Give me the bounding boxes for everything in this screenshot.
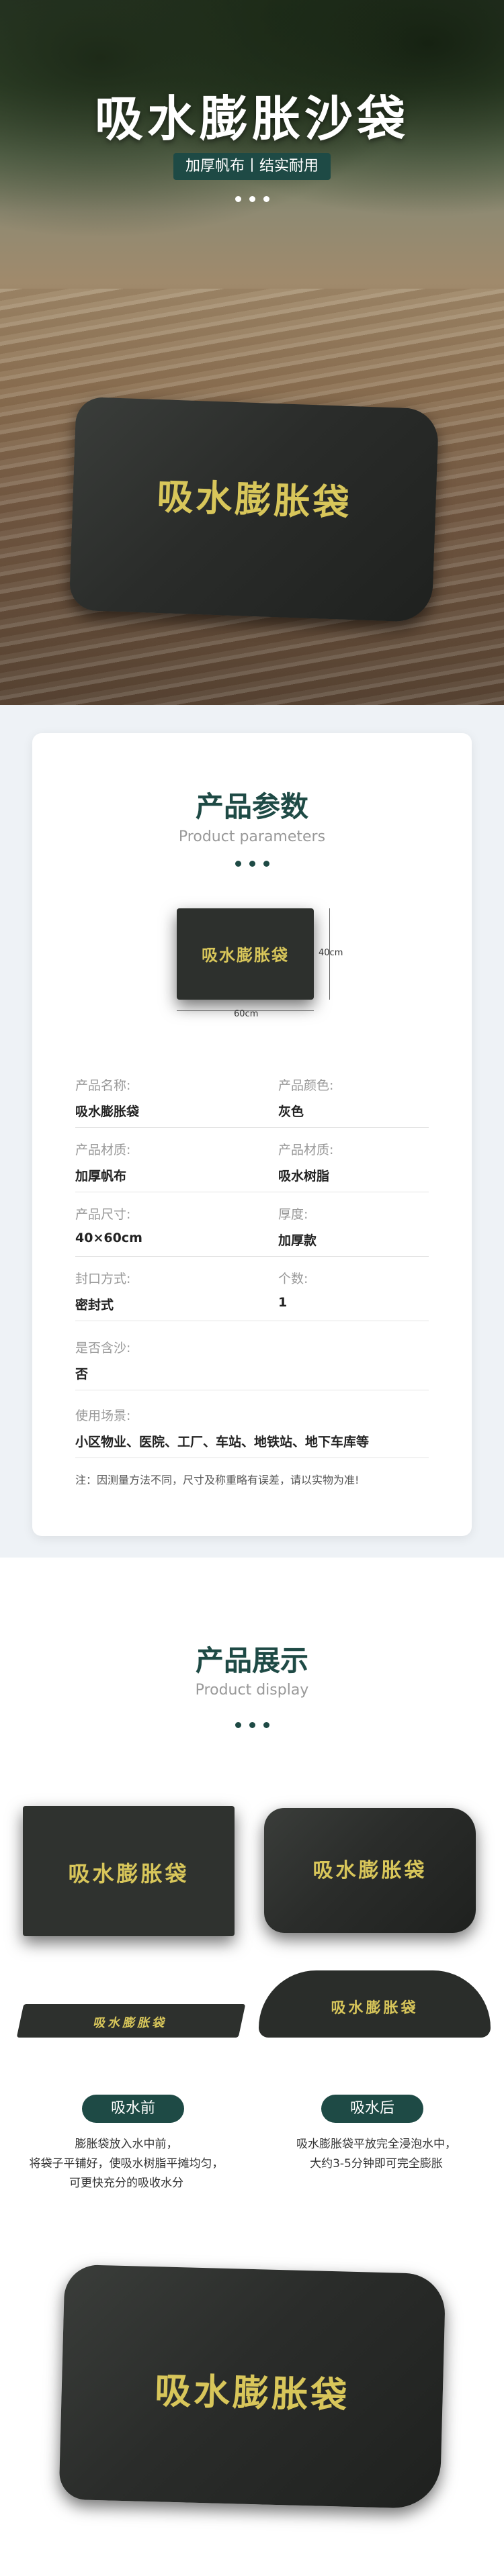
height-label: 40cm xyxy=(319,948,343,958)
parameters-dots xyxy=(0,861,504,867)
param-cell: 产品颜色: 灰色 xyxy=(278,1076,333,1120)
hero-tagline: 加厚帆布丨结实耐用 xyxy=(173,153,331,180)
dot xyxy=(263,861,269,867)
before-absorb-description: 膨胀袋放入水中前， 将袋子平铺好，使吸水树脂平摊均匀， 可更快充分的吸收水分 xyxy=(5,2135,247,2193)
param-value: 40×60cm xyxy=(75,1231,142,1245)
param-row: 产品材质: 加厚帆布 产品材质: 吸水树脂 xyxy=(75,1140,429,1192)
bag-after-front-image: 吸水膨胀袋 xyxy=(264,1808,476,1933)
desc-line: 膨胀袋放入水中前， xyxy=(75,2138,178,2151)
dot xyxy=(249,861,255,867)
bag-before-side-image: 吸水膨胀袋 xyxy=(16,2004,246,2038)
measurement-note: 注：因测量方法不同，尺寸及称重略有误差，请以实物为准! xyxy=(75,1474,360,1486)
param-label: 产品颜色: xyxy=(278,1078,334,1093)
dot xyxy=(249,196,255,202)
bag-print-text: 吸水膨胀袋 xyxy=(312,1859,427,1882)
param-label: 是否含沙: xyxy=(75,1341,131,1355)
param-value: 1 xyxy=(278,1295,288,1310)
param-row: 产品尺寸: 40×60cm 厚度: 加厚款 xyxy=(75,1204,429,1257)
param-label: 厚度: xyxy=(278,1207,308,1222)
bag-print-text: 吸水膨胀袋 xyxy=(92,2016,169,2030)
param-value: 否 xyxy=(75,1367,89,1382)
display-subtitle: Product display xyxy=(195,1682,309,1699)
dot xyxy=(235,1722,241,1728)
display-dots xyxy=(0,1722,504,1728)
param-cell: 产品材质: 加厚帆布 xyxy=(75,1140,130,1184)
param-row: 使用场景: 小区物业、医院、工厂、车站、地铁站、地下车库等 xyxy=(75,1406,429,1458)
param-label: 产品尺寸: xyxy=(75,1207,131,1222)
hero-dots xyxy=(0,196,504,202)
param-value: 吸水膨胀袋 xyxy=(75,1104,140,1119)
bag-after-side-image: 吸水膨胀袋 xyxy=(259,1970,491,2038)
param-cell: 产品尺寸: 40×60cm xyxy=(75,1204,142,1245)
param-cell: 厚度: 加厚款 xyxy=(278,1204,317,1249)
param-value: 加厚款 xyxy=(278,1233,317,1248)
desc-line: 将袋子平铺好，使吸水树脂平摊均匀， xyxy=(29,2157,224,2170)
parameters-title: 产品参数 xyxy=(195,790,308,823)
param-value: 加厚帆布 xyxy=(75,1169,127,1184)
desc-line: 可更快充分的吸收水分 xyxy=(69,2177,183,2190)
param-value: 灰色 xyxy=(278,1104,304,1119)
param-row: 产品名称: 吸水膨胀袋 产品颜色: 灰色 xyxy=(75,1076,429,1128)
param-value: 小区物业、医院、工厂、车站、地铁站、地下车库等 xyxy=(75,1435,370,1449)
desc-line: 大约3-5分钟即可完全膨胀 xyxy=(310,2157,443,2170)
param-label: 产品材质: xyxy=(75,1143,131,1157)
bag-print-text: 吸水膨胀袋 xyxy=(331,2000,419,2017)
dot xyxy=(263,196,269,202)
dot xyxy=(235,196,241,202)
param-cell: 使用场景: 小区物业、医院、工厂、车站、地铁站、地下车库等 xyxy=(75,1406,369,1450)
desc-line: 吸水膨胀袋平放完全浸泡水中， xyxy=(296,2138,456,2151)
param-label: 产品材质: xyxy=(278,1143,334,1157)
final-bag-image: 吸水膨胀袋 xyxy=(58,2264,446,2510)
param-cell: 个数: 1 xyxy=(278,1269,308,1310)
hero-banner: 吸水膨胀沙袋 加厚帆布丨结实耐用 吸水膨胀袋 xyxy=(0,0,504,705)
width-label: 60cm xyxy=(234,1009,259,1019)
bag-print-text: 吸水膨胀袋 xyxy=(202,946,289,965)
param-label: 使用场景: xyxy=(75,1409,131,1423)
display-title: 产品展示 xyxy=(195,1644,308,1677)
param-label: 产品名称: xyxy=(75,1078,131,1093)
param-cell: 产品名称: 吸水膨胀袋 xyxy=(75,1076,139,1120)
param-row: 是否含沙: 否 xyxy=(75,1338,429,1390)
dot xyxy=(249,1722,255,1728)
bag-print-text: 吸水膨胀袋 xyxy=(156,475,353,525)
dot xyxy=(263,1722,269,1728)
after-absorb-label: 吸水后 xyxy=(321,2095,423,2123)
param-label: 封口方式: xyxy=(75,1272,131,1286)
hero-bag-image: 吸水膨胀袋 xyxy=(69,396,439,623)
after-absorb-description: 吸水膨胀袋平放完全浸泡水中， 大约3-5分钟即可完全膨胀 xyxy=(262,2135,491,2174)
dot xyxy=(235,861,241,867)
param-cell: 产品材质: 吸水树脂 xyxy=(278,1140,333,1184)
before-absorb-label: 吸水前 xyxy=(82,2095,184,2123)
param-cell: 是否含沙: 否 xyxy=(75,1338,130,1382)
param-row: 封口方式: 密封式 个数: 1 xyxy=(75,1269,429,1321)
param-value: 吸水树脂 xyxy=(278,1169,330,1184)
bag-print-text: 吸水膨胀袋 xyxy=(154,2369,351,2417)
param-cell: 封口方式: 密封式 xyxy=(75,1269,130,1313)
param-label: 个数: xyxy=(278,1272,308,1286)
hero-title: 吸水膨胀沙袋 xyxy=(94,91,409,147)
bag-print-text: 吸水膨胀袋 xyxy=(68,1861,190,1887)
param-value: 密封式 xyxy=(75,1298,114,1313)
parameters-subtitle: Product parameters xyxy=(178,828,326,845)
bag-before-front-image: 吸水膨胀袋 xyxy=(23,1806,235,1936)
dimension-bag-image: 吸水膨胀袋 xyxy=(177,908,314,1000)
